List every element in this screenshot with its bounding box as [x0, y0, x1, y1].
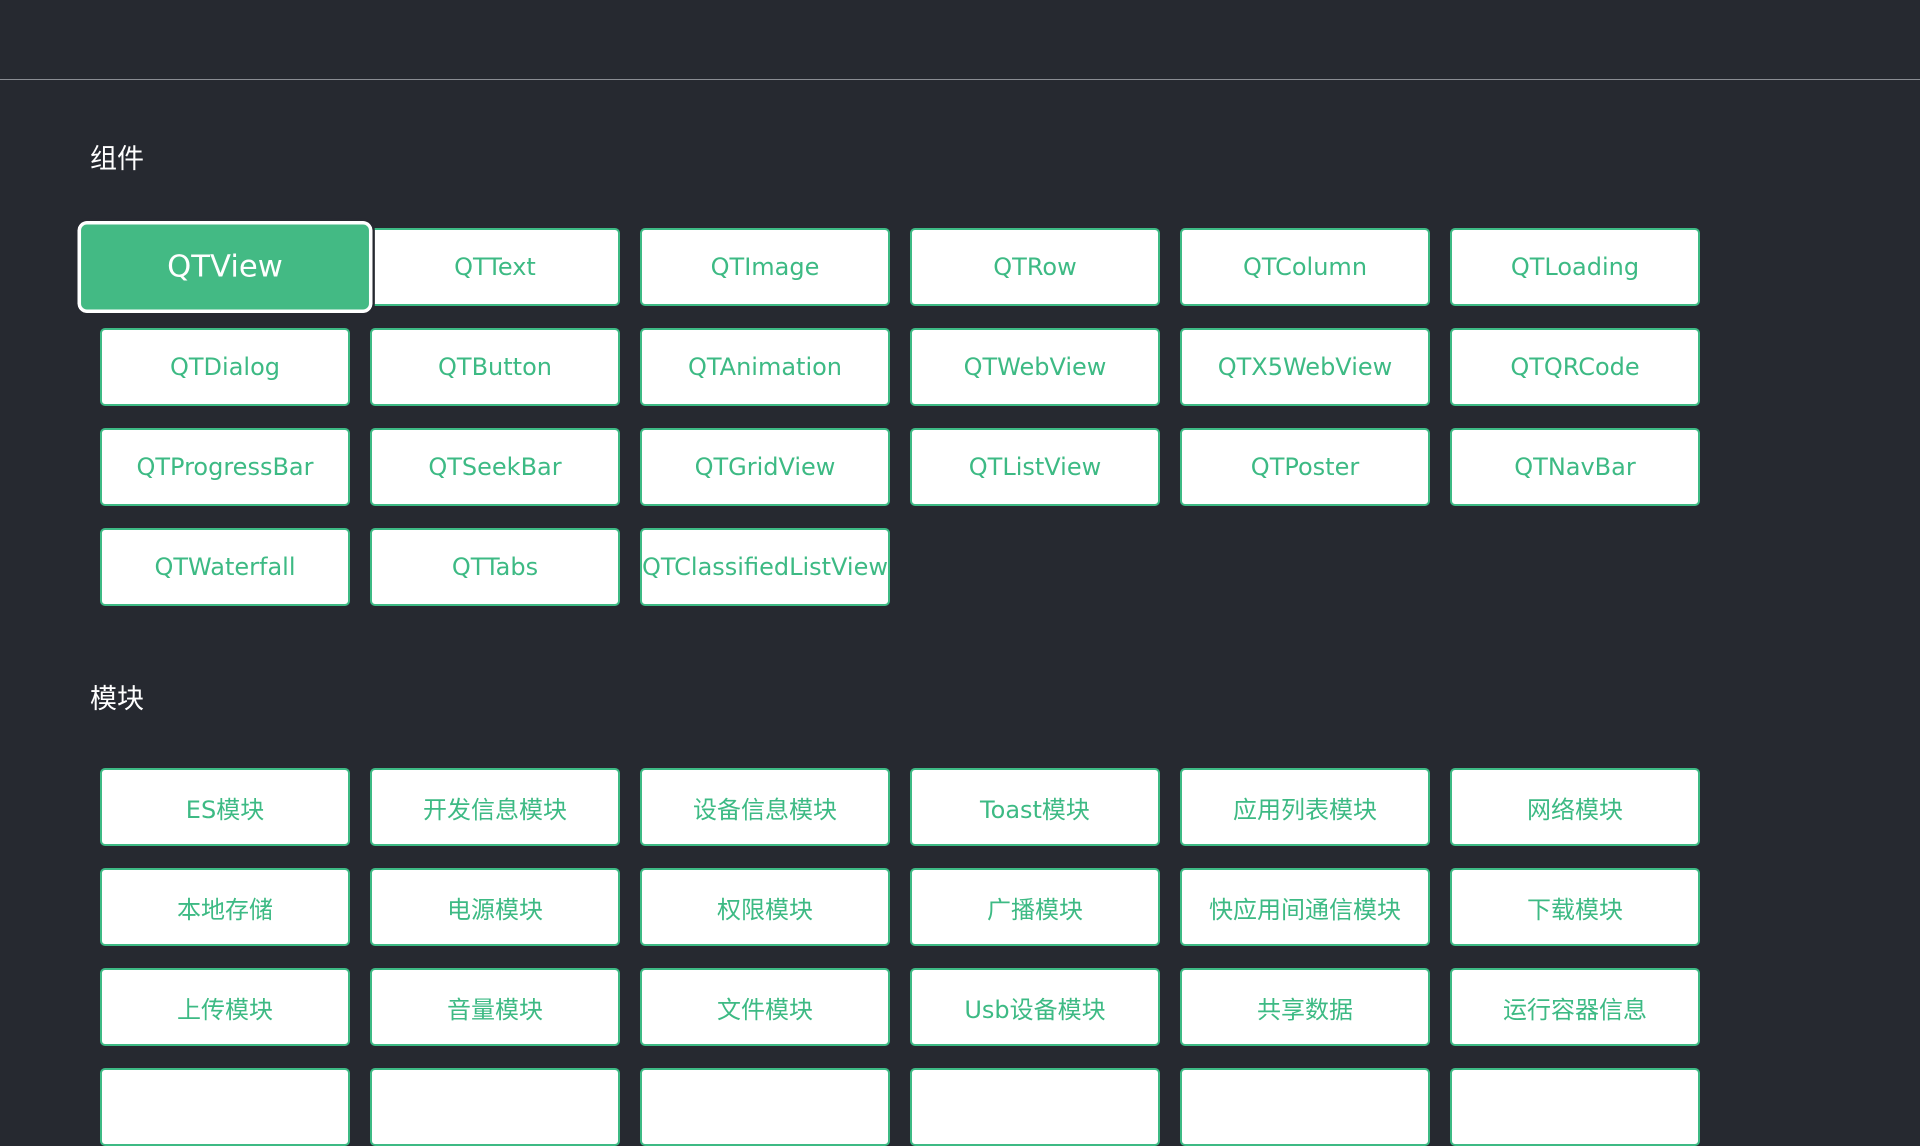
module-button-es[interactable]: ES模块	[100, 768, 350, 846]
module-button-network[interactable]: 网络模块	[1450, 768, 1700, 846]
component-button-qtimage[interactable]: QTImage	[640, 228, 890, 306]
component-button-qtnavbar[interactable]: QTNavBar	[1450, 428, 1700, 506]
module-button-local-storage[interactable]: 本地存储	[100, 868, 350, 946]
component-button-qtcolumn[interactable]: QTColumn	[1180, 228, 1430, 306]
component-button-qtseekbar[interactable]: QTSeekBar	[370, 428, 620, 506]
module-button-power[interactable]: 电源模块	[370, 868, 620, 946]
component-button-qtx5webview[interactable]: QTX5WebView	[1180, 328, 1430, 406]
component-button-qtanimation[interactable]: QTAnimation	[640, 328, 890, 406]
module-button-permission[interactable]: 权限模块	[640, 868, 890, 946]
module-button-download[interactable]: 下载模块	[1450, 868, 1700, 946]
component-button-qtgridview[interactable]: QTGridView	[640, 428, 890, 506]
module-button-shared-data[interactable]: 共享数据	[1180, 968, 1430, 1046]
component-button-qtbutton[interactable]: QTButton	[370, 328, 620, 406]
module-button-broadcast[interactable]: 广播模块	[910, 868, 1160, 946]
modules-grid: ES模块 开发信息模块 设备信息模块 Toast模块 应用列表模块 网络模块 本…	[100, 768, 1700, 1146]
section-title-components: 组件	[90, 144, 144, 175]
module-button-runtime-container-info[interactable]: 运行容器信息	[1450, 968, 1700, 1046]
module-button-file[interactable]: 文件模块	[640, 968, 890, 1046]
module-button-volume[interactable]: 音量模块	[370, 968, 620, 1046]
module-button-upload[interactable]: 上传模块	[100, 968, 350, 1046]
module-button-device-info[interactable]: 设备信息模块	[640, 768, 890, 846]
component-button-qtview[interactable]: QTView	[75, 218, 375, 316]
component-button-qttabs[interactable]: QTTabs	[370, 528, 620, 606]
component-button-qtloading[interactable]: QTLoading	[1450, 228, 1700, 306]
section-title-modules: 模块	[90, 684, 144, 715]
component-button-qtdialog[interactable]: QTDialog	[100, 328, 350, 406]
component-button-qtwebview[interactable]: QTWebView	[910, 328, 1160, 406]
component-button-qtposter[interactable]: QTPoster	[1180, 428, 1430, 506]
module-button-usb-device[interactable]: Usb设备模块	[910, 968, 1160, 1046]
top-bar	[0, 0, 1920, 80]
component-button-qttext[interactable]: QTText	[370, 228, 620, 306]
components-grid: QTView QTText QTImage QTRow QTColumn QTL…	[75, 218, 1700, 606]
component-button-qtwaterfall[interactable]: QTWaterfall	[100, 528, 350, 606]
component-button-qtlistview[interactable]: QTListView	[910, 428, 1160, 506]
component-button-qtclassifiedlistview[interactable]: QTClassifiedListView	[640, 528, 890, 606]
component-button-qtprogressbar[interactable]: QTProgressBar	[100, 428, 350, 506]
module-button-quickapp-ipc[interactable]: 快应用间通信模块	[1180, 868, 1430, 946]
module-button-dev-info[interactable]: 开发信息模块	[370, 768, 620, 846]
component-button-qtqrcode[interactable]: QTQRCode	[1450, 328, 1700, 406]
module-button-app-list[interactable]: 应用列表模块	[1180, 768, 1430, 846]
module-button-toast[interactable]: Toast模块	[910, 768, 1160, 846]
component-button-qtrow[interactable]: QTRow	[910, 228, 1160, 306]
